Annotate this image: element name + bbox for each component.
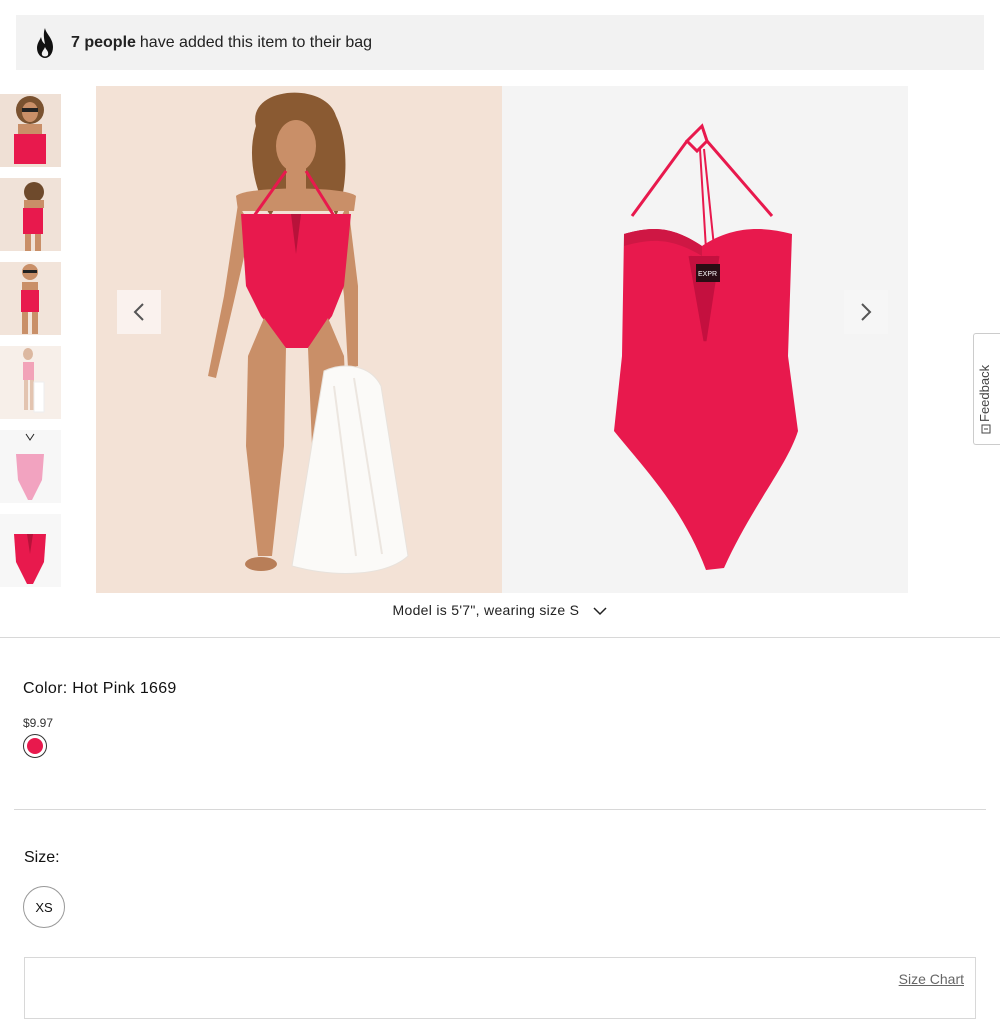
model-info-toggle[interactable]: Model is 5'7", wearing size S <box>0 602 1000 618</box>
price: $9.97 <box>23 716 54 730</box>
size-chart-link[interactable]: Size Chart <box>899 971 964 987</box>
product-gallery: EXPR <box>96 86 908 593</box>
thumbnail-3[interactable] <box>0 262 61 335</box>
thumbnail-5[interactable] <box>0 430 61 503</box>
banner-text: 7 people have added this item to their ba… <box>71 34 372 52</box>
previous-image-button[interactable] <box>117 290 161 334</box>
banner-message: have added this item to their bag <box>139 33 373 51</box>
swatch-fill <box>27 738 43 754</box>
color-swatch-hot-pink[interactable] <box>23 734 47 758</box>
thumbnail-2[interactable] <box>0 178 61 251</box>
thumbnail-1[interactable] <box>0 94 61 167</box>
thumbnail-list <box>0 94 62 598</box>
next-image-button[interactable] <box>844 290 888 334</box>
flame-icon <box>37 27 53 58</box>
size-info-box <box>24 957 976 1019</box>
banner-count: 7 people <box>71 33 136 51</box>
model-photo <box>96 86 502 593</box>
feedback-tab[interactable]: Feedback <box>973 333 1000 445</box>
color-label: Color: Hot Pink 1669 <box>23 680 177 697</box>
divider <box>14 809 986 810</box>
size-option-xs[interactable]: XS <box>23 886 65 928</box>
thumbnail-6[interactable] <box>0 514 61 587</box>
size-label: Size: <box>24 849 60 866</box>
chevron-down-icon <box>593 607 608 616</box>
svg-text:EXPR: EXPR <box>698 271 717 278</box>
chevron-right-icon <box>861 303 872 321</box>
thumbnail-4[interactable] <box>0 346 61 419</box>
chevron-left-icon <box>133 303 144 321</box>
feedback-label: Feedback <box>977 364 992 422</box>
model-info-text: Model is 5'7", wearing size S <box>392 602 580 618</box>
social-proof-banner: 7 people have added this item to their ba… <box>16 15 984 70</box>
feedback-icon <box>981 424 991 434</box>
divider <box>0 637 1000 638</box>
size-option-label: XS <box>35 899 53 915</box>
product-photo: EXPR <box>502 86 908 593</box>
